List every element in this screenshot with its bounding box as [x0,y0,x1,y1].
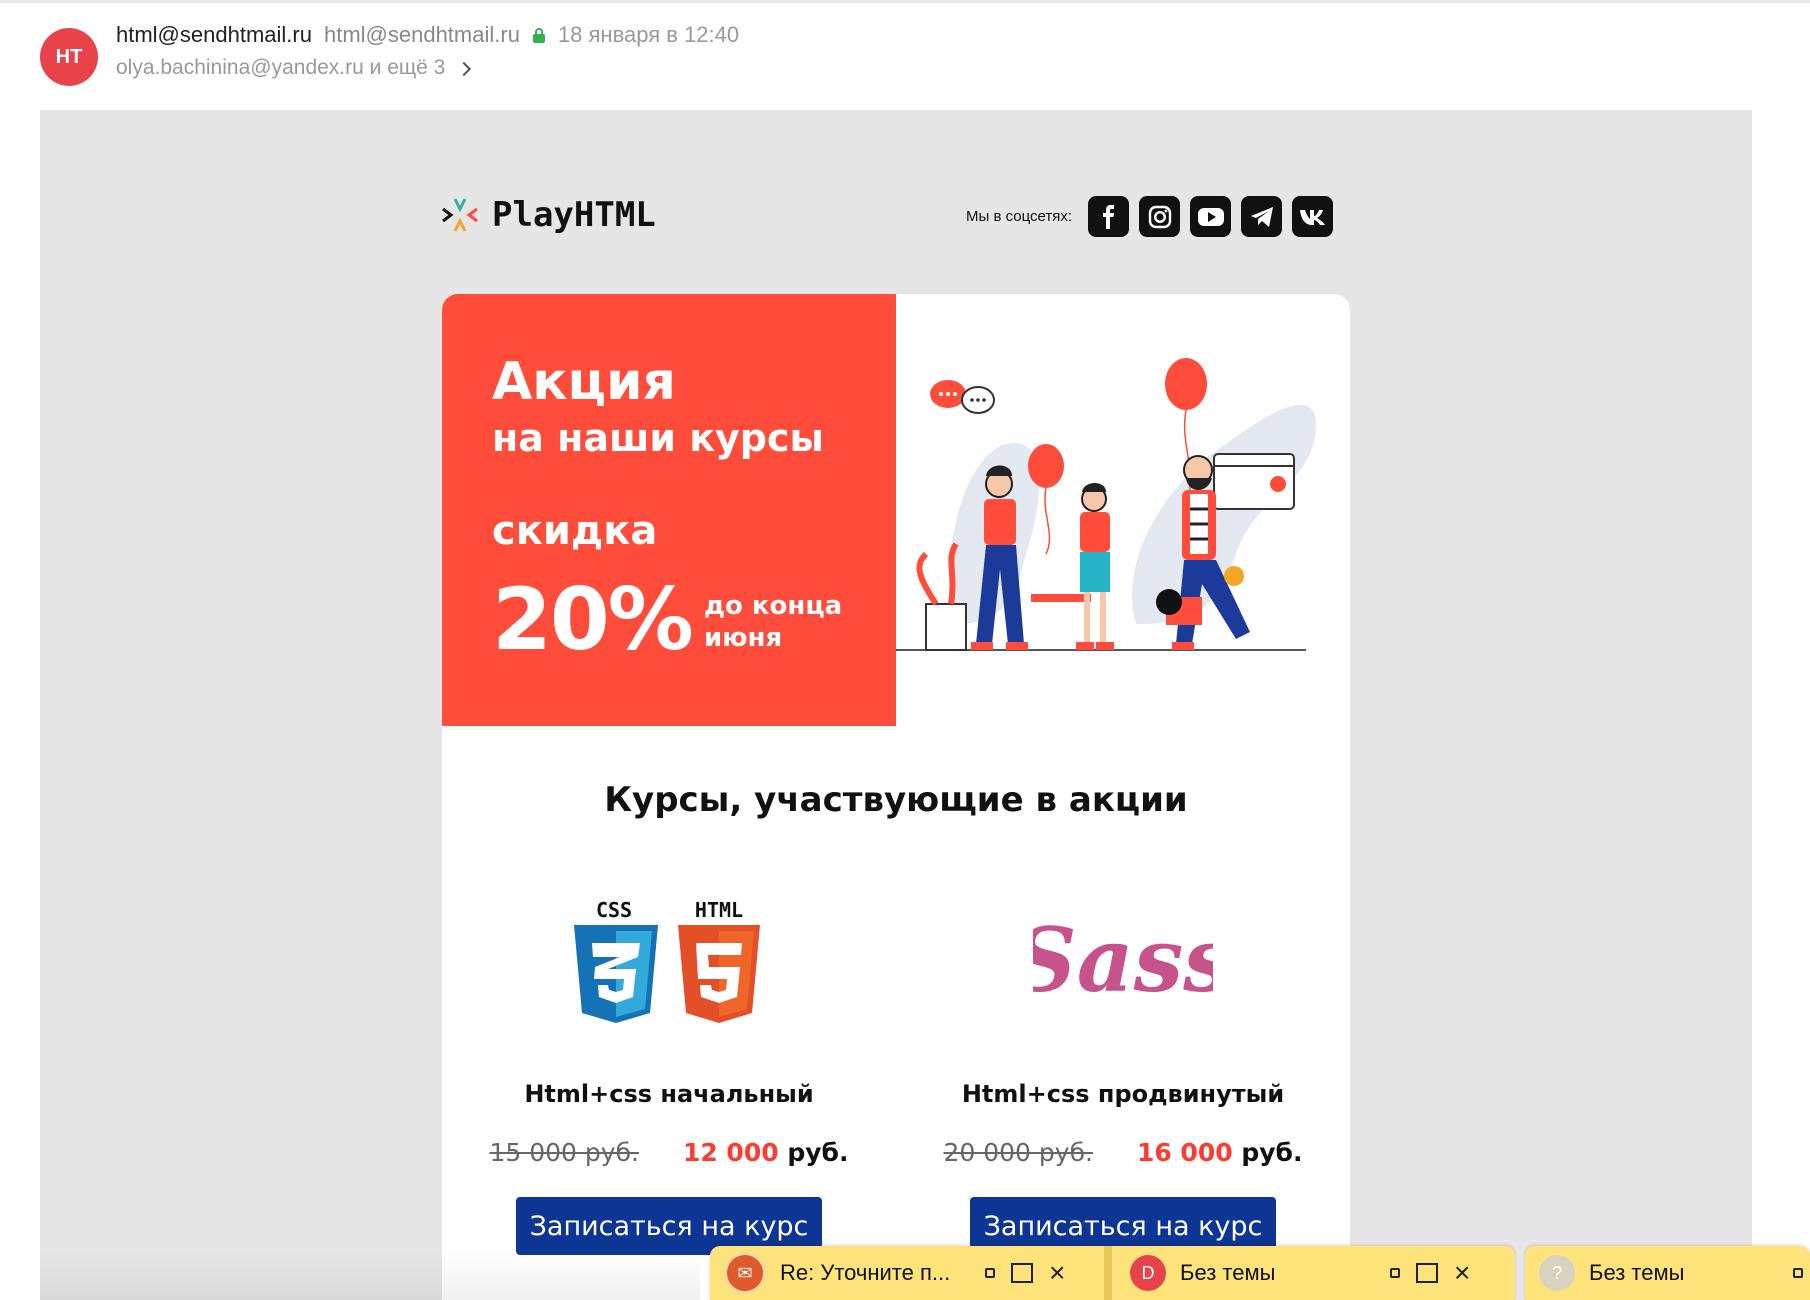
minimize-icon[interactable] [1793,1268,1803,1278]
social-label: Мы в соцсетях: [966,208,1073,225]
window-controls: × [985,1246,1065,1300]
promo-title: Акция [492,352,676,412]
bottom-shadow [40,1250,700,1300]
facebook-icon[interactable] [1088,196,1130,237]
email-card: Акция на наши курсы скидка 20% до конца … [442,294,1350,1300]
css-html-logo: CSS HTML [442,884,896,1044]
currency: руб. [787,1138,849,1167]
new-price: 12 000 руб. [683,1138,849,1167]
courses-section-title: Курсы, участвующие в акции [604,780,1188,820]
promo-banner: Акция на наши курсы скидка 20% до конца … [442,294,896,726]
envelope-icon: ✉ [724,1252,766,1294]
minimized-window-draft-2[interactable]: ? Без темы [1539,1246,1684,1300]
maximize-icon[interactable] [1416,1263,1438,1283]
new-price: 16 000 руб. [1137,1138,1303,1167]
recipients-line[interactable]: olya.bachinina@yandex.ru и ещё 3 [116,56,472,80]
promo-illustration [896,294,1350,726]
css-label: CSS [596,899,632,922]
old-price: 20 000 руб. [943,1138,1093,1167]
chevron-right-icon[interactable] [457,61,472,77]
sender-avatar[interactable]: HT [40,28,98,86]
window-title[interactable]: Re: Уточните п... [780,1260,950,1286]
logo-text: PlayHTML [492,195,656,235]
vk-icon[interactable] [1292,196,1334,237]
course-card: CSS HTML Html+css начальный 15 000 руб. … [442,884,896,1255]
window-title[interactable]: Без темы [1589,1260,1684,1286]
promo-percent: 20% [492,570,694,670]
minimized-windows-bar: ✉ Re: Уточните п... × D Без темы × [710,1246,1515,1300]
course-prices: 20 000 руб. 16 000 руб. [896,1138,1350,1167]
new-price-value: 16 000 [1136,1138,1233,1167]
close-icon[interactable]: × [1049,1259,1065,1287]
social-links: Мы в соцсетях: [966,196,1334,237]
minimize-icon[interactable] [1390,1268,1400,1278]
course-name: Html+css начальный [524,1080,814,1108]
avatar-d: D [1130,1255,1166,1291]
instagram-icon[interactable] [1139,196,1181,237]
playhtml-logo-icon [442,198,478,232]
sender-email[interactable]: html@sendhtmail.ru [324,22,520,48]
html-label: HTML [695,899,743,922]
promo-until: до конца июня [704,591,843,653]
close-icon[interactable]: × [1454,1259,1470,1287]
lock-icon [532,27,546,43]
currency: руб. [1241,1138,1303,1167]
telegram-icon[interactable] [1241,196,1283,237]
recipients[interactable]: olya.bachinina@yandex.ru и ещё 3 [116,56,445,80]
message-header: HT html@sendhtmail.ru html@sendhtmail.ru… [0,0,1810,110]
course-prices: 15 000 руб. 12 000 руб. [442,1138,896,1167]
promo-subtitle: на наши курсы [492,416,824,460]
minimized-windows-bar-2: ? Без темы [1525,1246,1810,1300]
youtube-icon[interactable] [1190,196,1232,237]
sass-label: Sass [1033,908,1213,1012]
window-controls: × [1390,1246,1470,1300]
window-divider [1104,1246,1112,1300]
promo-discount-label: скидка [492,508,658,554]
old-price: 15 000 руб. [489,1138,639,1167]
sass-logo: Sass [896,884,1350,1044]
minimize-icon[interactable] [985,1268,995,1278]
window-title[interactable]: Без темы [1180,1260,1275,1286]
maximize-icon[interactable] [1011,1263,1033,1283]
sender-name[interactable]: html@sendhtmail.ru [116,22,312,48]
message-date: 18 января в 12:40 [557,22,740,47]
course-card: Sass Html+css продвинутый 20 000 руб. 16… [896,884,1350,1255]
sender-line: html@sendhtmail.ru html@sendhtmail.ru 18… [116,22,739,48]
minimized-window-draft[interactable]: D Без темы [1130,1246,1275,1300]
new-price-value: 12 000 [682,1138,779,1167]
course-name: Html+css продвинутый [961,1080,1285,1108]
window-controls [1793,1246,1803,1300]
avatar-question: ? [1539,1255,1575,1291]
playhtml-logo[interactable]: PlayHTML [440,195,656,235]
minimized-window-reply[interactable]: ✉ Re: Уточните п... [724,1246,950,1300]
